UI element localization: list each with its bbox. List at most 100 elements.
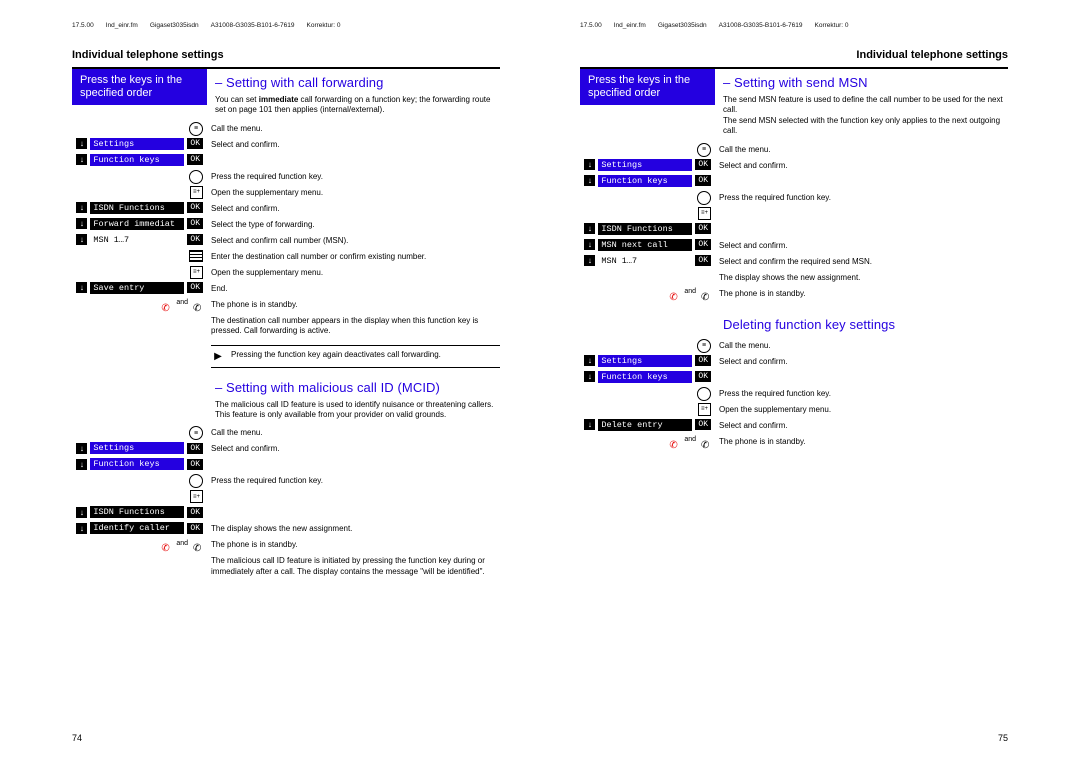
step-row: ↓SettingsOKSelect and confirm.	[72, 442, 500, 456]
steps-mcid: ≡ Call the menu. ↓SettingsOKSelect and con…	[72, 426, 500, 552]
step-row: ≡+	[72, 490, 500, 504]
ok-box: OK	[187, 507, 203, 518]
meta-korrektur: Korrektur: 0	[307, 22, 341, 29]
step-key-visual: ≡	[72, 426, 207, 440]
down-arrow-icon: ↓	[76, 154, 87, 165]
meta-code: A31008-G3035-B101-6-7619	[211, 22, 295, 29]
meta-date: 17.5.00	[72, 22, 94, 29]
step-description: Press the required function key.	[715, 387, 1008, 399]
ok-box: OK	[187, 234, 203, 245]
meta-model: Gigaset3035isdn	[150, 22, 199, 29]
down-arrow-icon: ↓	[76, 138, 87, 149]
down-arrow-icon: ↓	[76, 282, 87, 293]
step-row: ↓MSN next callOKSelect and confirm.	[580, 239, 1008, 253]
standby-text: The phone is in standby.	[715, 287, 1008, 299]
step-row: ≡ Call the menu.	[72, 426, 500, 440]
step-row: Press the required function key.	[72, 170, 500, 184]
header-meta: 17.5.00 Ind_einr.fm Gigaset3035isdn A310…	[72, 22, 500, 29]
step-key-visual: and	[580, 435, 715, 445]
step-description	[715, 175, 1008, 177]
step-description: Call the menu.	[207, 426, 500, 438]
step-row: andThe phone is in standby.	[72, 538, 500, 552]
step-key-visual: ≡	[580, 143, 715, 157]
menu-icon: ≡	[189, 426, 203, 440]
ok-box: OK	[695, 371, 711, 382]
function-key-icon	[189, 474, 203, 488]
steps-delete-fk: ≡Call the menu.↓SettingsOKSelect and con…	[580, 339, 1008, 449]
step-description: Open the supplementary menu.	[715, 403, 1008, 415]
down-arrow-icon: ↓	[584, 239, 595, 250]
step-key-visual: ↓MSN 1…7OK	[580, 255, 715, 267]
step-key-visual: ↓SettingsOK	[72, 138, 207, 150]
step-description: Call the menu.	[715, 143, 1008, 155]
section-title: Individual telephone settings	[580, 49, 1008, 61]
down-arrow-icon: ↓	[76, 234, 87, 245]
supplementary-menu-icon: ≡+	[190, 186, 203, 199]
step-key-visual: ≡+	[72, 266, 207, 279]
function-key-icon	[697, 191, 711, 205]
handset-black-icon	[701, 287, 711, 297]
step-key-visual: ≡+	[580, 403, 715, 416]
down-arrow-icon: ↓	[584, 175, 595, 186]
menu-icon: ≡	[697, 143, 711, 157]
page-number: 75	[998, 733, 1008, 743]
menu-label: ISDN Functions	[598, 223, 692, 235]
supplementary-menu-icon: ≡+	[190, 490, 203, 503]
step-key-visual	[580, 191, 715, 205]
step-description	[207, 154, 500, 156]
steps-call-forwarding: ≡Call the menu.↓SettingsOKSelect and con…	[72, 122, 500, 312]
step-key-visual: ↓Identify callerOK	[72, 522, 207, 534]
down-arrow-icon: ↓	[76, 202, 87, 213]
ok-box: OK	[187, 154, 203, 165]
down-arrow-icon: ↓	[76, 443, 87, 454]
step-description: Select and confirm.	[715, 355, 1008, 367]
step-row: ↓Forward immediatOKSelect the type of fo…	[72, 218, 500, 232]
step-key-visual: ↓Save entryOK	[72, 282, 207, 294]
step-key-visual: ↓MSN 1…7OK	[72, 234, 207, 246]
handset-black-icon	[193, 538, 203, 548]
intro-text: You can set immediate call forwarding on…	[215, 95, 500, 116]
keypad-icon	[189, 250, 203, 262]
step-row: andThe phone is in standby.	[580, 435, 1008, 449]
menu-label: Delete entry	[598, 419, 692, 431]
step-row: andThe phone is in standby.	[72, 298, 500, 312]
handset-red-icon	[669, 287, 679, 297]
menu-label: Settings	[90, 442, 184, 454]
step-key-visual: ↓ISDN FunctionsOK	[72, 506, 207, 518]
menu-label: MSN next call	[598, 239, 692, 251]
step-row: ↓Delete entryOKSelect and confirm.	[580, 419, 1008, 433]
note-block: ▶ Pressing the function key again deacti…	[211, 345, 500, 368]
handset-pair: and	[580, 287, 715, 297]
step-key-visual	[72, 474, 207, 488]
step-row: ≡+Open the supplementary menu.	[580, 403, 1008, 417]
step-row: ↓SettingsOKSelect and confirm.	[580, 355, 1008, 369]
step-row: ↓MSN 1…7OKSelect and confirm call number…	[72, 234, 500, 248]
step-key-visual: and	[72, 538, 207, 548]
step-row: ↓ISDN FunctionsOK	[72, 506, 500, 520]
step-description	[715, 207, 1008, 209]
note-text: Pressing the function key again deactiva…	[231, 350, 500, 360]
ok-box: OK	[187, 459, 203, 470]
step-row: ↓ISDN FunctionsOKSelect and confirm.	[72, 202, 500, 216]
step-key-visual: ↓MSN next callOK	[580, 239, 715, 251]
ok-box: OK	[695, 355, 711, 366]
step-row: ↓Function keysOK	[580, 371, 1008, 385]
menu-label: MSN 1…7	[90, 234, 184, 246]
step-description: Open the supplementary menu.	[207, 266, 500, 278]
step-description	[715, 223, 1008, 225]
menu-label: Save entry	[90, 282, 184, 294]
step-key-visual: ↓SettingsOK	[580, 159, 715, 171]
step-key-visual: ↓Function keysOK	[580, 175, 715, 187]
heading-send-msn: – Setting with send MSN	[723, 75, 1008, 90]
step-key-visual: ↓ISDN FunctionsOK	[580, 223, 715, 235]
step-description	[207, 458, 500, 460]
ok-box: OK	[187, 138, 203, 149]
page-74: 17.5.00 Ind_einr.fm Gigaset3035isdn A310…	[0, 0, 540, 763]
cf-result: The destination call number appears in t…	[207, 314, 500, 337]
step-description: Open the supplementary menu.	[207, 186, 500, 198]
step-key-visual: ↓Function keysOK	[72, 154, 207, 166]
instruction-banner: Press the keys in the specified order	[580, 69, 715, 105]
ok-box: OK	[695, 419, 711, 430]
step-key-visual: and	[72, 298, 207, 308]
heading-delete-fk: Deleting function key settings	[723, 317, 1008, 332]
